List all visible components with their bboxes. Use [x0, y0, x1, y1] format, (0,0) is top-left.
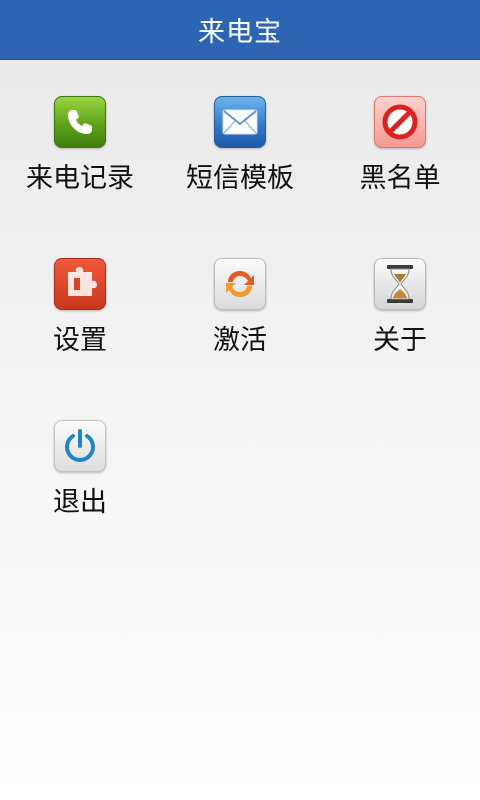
menu-item-call-log[interactable]: 来电记录: [0, 60, 160, 222]
envelope-icon: [214, 96, 266, 148]
refresh-arrows-icon: [214, 258, 266, 310]
menu-item-blacklist[interactable]: 黑名单: [320, 60, 480, 222]
menu-item-label: 设置: [53, 325, 107, 356]
phone-icon: [54, 96, 106, 148]
title-bar: 来电宝: [0, 0, 480, 60]
puzzle-icon: [54, 258, 106, 310]
menu-grid: 来电记录 短信模板 黑名单 设置 激活 关于 退出: [0, 60, 480, 546]
menu-item-label: 关于: [373, 325, 427, 356]
menu-item-sms-templates[interactable]: 短信模板: [160, 60, 320, 222]
menu-item-label: 来电记录: [26, 163, 134, 194]
menu-item-label: 黑名单: [359, 163, 441, 194]
menu-item-label: 退出: [53, 487, 107, 518]
menu-item-settings[interactable]: 设置: [0, 222, 160, 384]
hourglass-icon: [374, 258, 426, 310]
menu-item-activate[interactable]: 激活: [160, 222, 320, 384]
menu-item-about[interactable]: 关于: [320, 222, 480, 384]
power-icon: [54, 420, 106, 472]
menu-item-exit[interactable]: 退出: [0, 384, 160, 546]
menu-item-label: 短信模板: [186, 163, 294, 194]
block-icon: [374, 96, 426, 148]
app-title: 来电宝: [198, 17, 282, 48]
menu-item-label: 激活: [213, 325, 267, 356]
